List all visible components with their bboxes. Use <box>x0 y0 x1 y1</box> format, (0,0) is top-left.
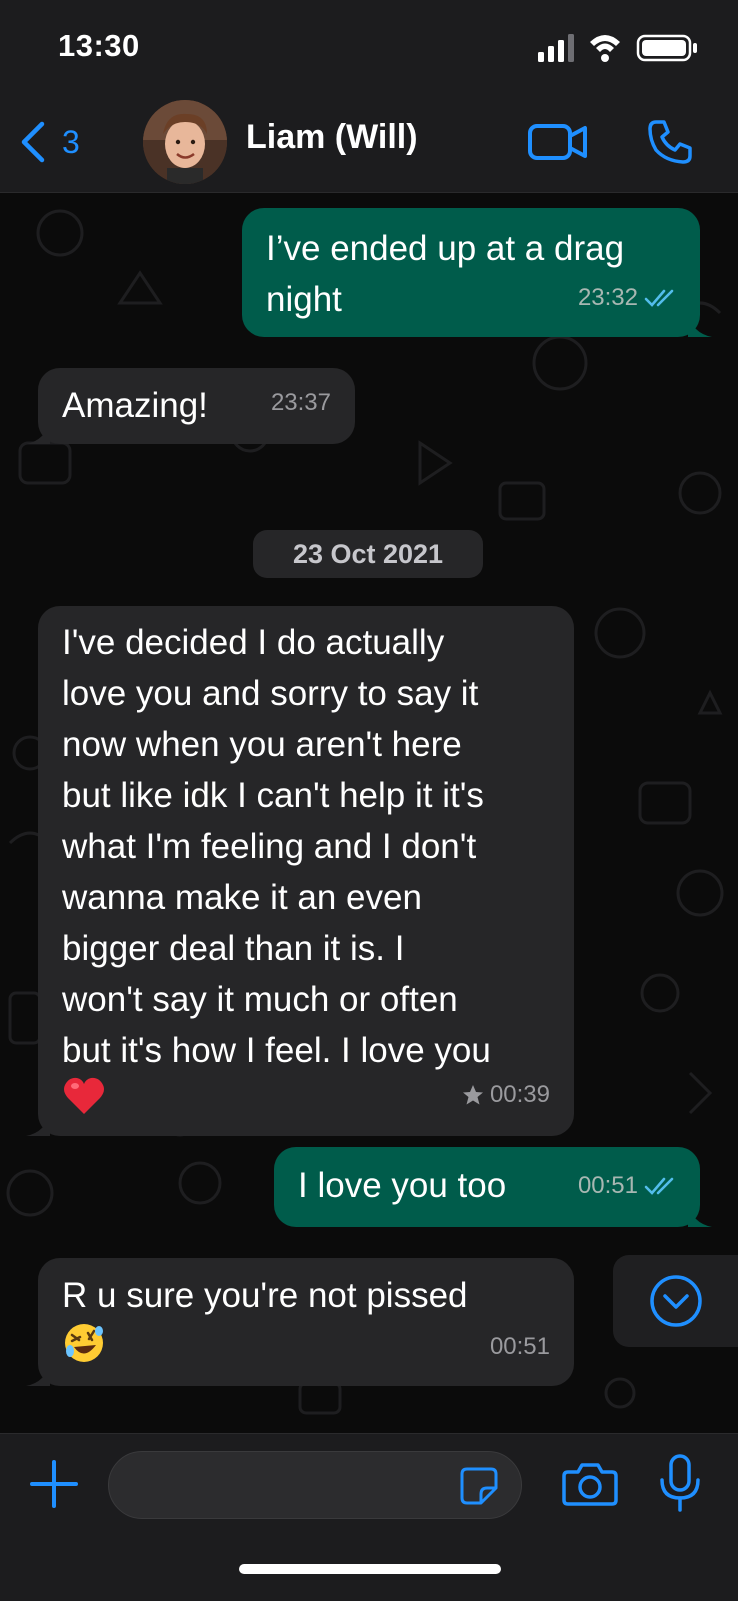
message-meta: 00:39 <box>462 1069 550 1120</box>
scroll-to-bottom-button[interactable] <box>613 1255 738 1347</box>
sticker-icon <box>460 1467 498 1505</box>
sticker-button[interactable] <box>459 1466 499 1506</box>
chat-area[interactable]: I’ve ended up at a drag night 23:32 Amazi… <box>0 193 738 1433</box>
unread-count: 3 <box>62 123 80 160</box>
bubble-tail <box>688 1203 712 1227</box>
voice-call-button[interactable] <box>638 112 702 172</box>
message-bubble-incoming[interactable]: Amazing! 23:37 <box>26 368 355 444</box>
chevron-down-circle-icon <box>649 1275 702 1327</box>
message-bubble-incoming[interactable]: R u sure you're not pissed 00:51 <box>26 1258 574 1386</box>
red-heart-icon <box>64 1077 104 1114</box>
camera-icon <box>562 1463 618 1506</box>
message-time: 00:51 <box>489 1333 550 1360</box>
star-icon <box>462 1084 483 1104</box>
bubble-tail <box>26 1112 50 1136</box>
bubble-tail <box>26 420 50 444</box>
message-meta: 00:51 <box>578 1160 678 1211</box>
status-bar: 13:30 <box>0 0 738 92</box>
read-ticks-icon <box>644 289 674 307</box>
message-meta: 00:51 <box>490 1321 550 1372</box>
message-time: 23:37 <box>270 389 331 416</box>
microphone-button[interactable] <box>650 1452 710 1516</box>
back-button[interactable]: 3 <box>18 114 108 170</box>
video-camera-icon <box>528 124 587 160</box>
attach-button[interactable] <box>24 1454 84 1514</box>
message-meta: 23:32 <box>578 272 678 323</box>
heart-emoji <box>62 1076 106 1130</box>
composer-bar <box>0 1433 738 1601</box>
status-time: 13:30 <box>58 28 140 63</box>
message-bubble-outgoing[interactable]: I love you too 00:51 <box>274 1147 712 1227</box>
chat-header: 3 Liam (Will) <box>0 92 738 193</box>
chevron-left-icon <box>21 121 45 163</box>
bubble-tail <box>688 313 712 337</box>
message-text: I've decided I do actually love you and … <box>62 617 550 1130</box>
message-bubble-incoming[interactable]: I've decided I do actually love you and … <box>26 606 574 1136</box>
message-input[interactable] <box>133 1452 437 1518</box>
plus-icon <box>30 1460 78 1508</box>
rofl-emoji <box>62 1324 106 1373</box>
message-input-field[interactable] <box>108 1451 522 1519</box>
bubble-tail <box>26 1362 50 1386</box>
camera-button[interactable] <box>560 1454 620 1514</box>
contact-name[interactable]: Liam (Will) <box>246 118 418 157</box>
phone-icon <box>648 120 692 164</box>
rolling-laughing-emoji-icon <box>65 1324 103 1362</box>
home-indicator[interactable] <box>239 1564 501 1574</box>
read-ticks-icon <box>644 1177 674 1195</box>
message-text: R u sure you're not pissed <box>62 1270 550 1379</box>
message-meta: 23:37 <box>271 377 331 428</box>
message-time: 23:32 <box>577 284 638 311</box>
message-bubble-outgoing[interactable]: I’ve ended up at a drag night 23:32 <box>242 208 712 337</box>
message-time: 00:51 <box>577 1172 638 1199</box>
signal-wifi-battery-icon <box>538 34 697 62</box>
microphone-icon <box>660 1454 700 1512</box>
avatar-image <box>143 100 227 184</box>
status-icons <box>538 30 708 64</box>
date-separator: 23 Oct 2021 <box>253 530 483 578</box>
contact-avatar[interactable] <box>143 100 227 184</box>
message-time: 00:39 <box>489 1081 550 1108</box>
video-call-button[interactable] <box>526 112 590 172</box>
